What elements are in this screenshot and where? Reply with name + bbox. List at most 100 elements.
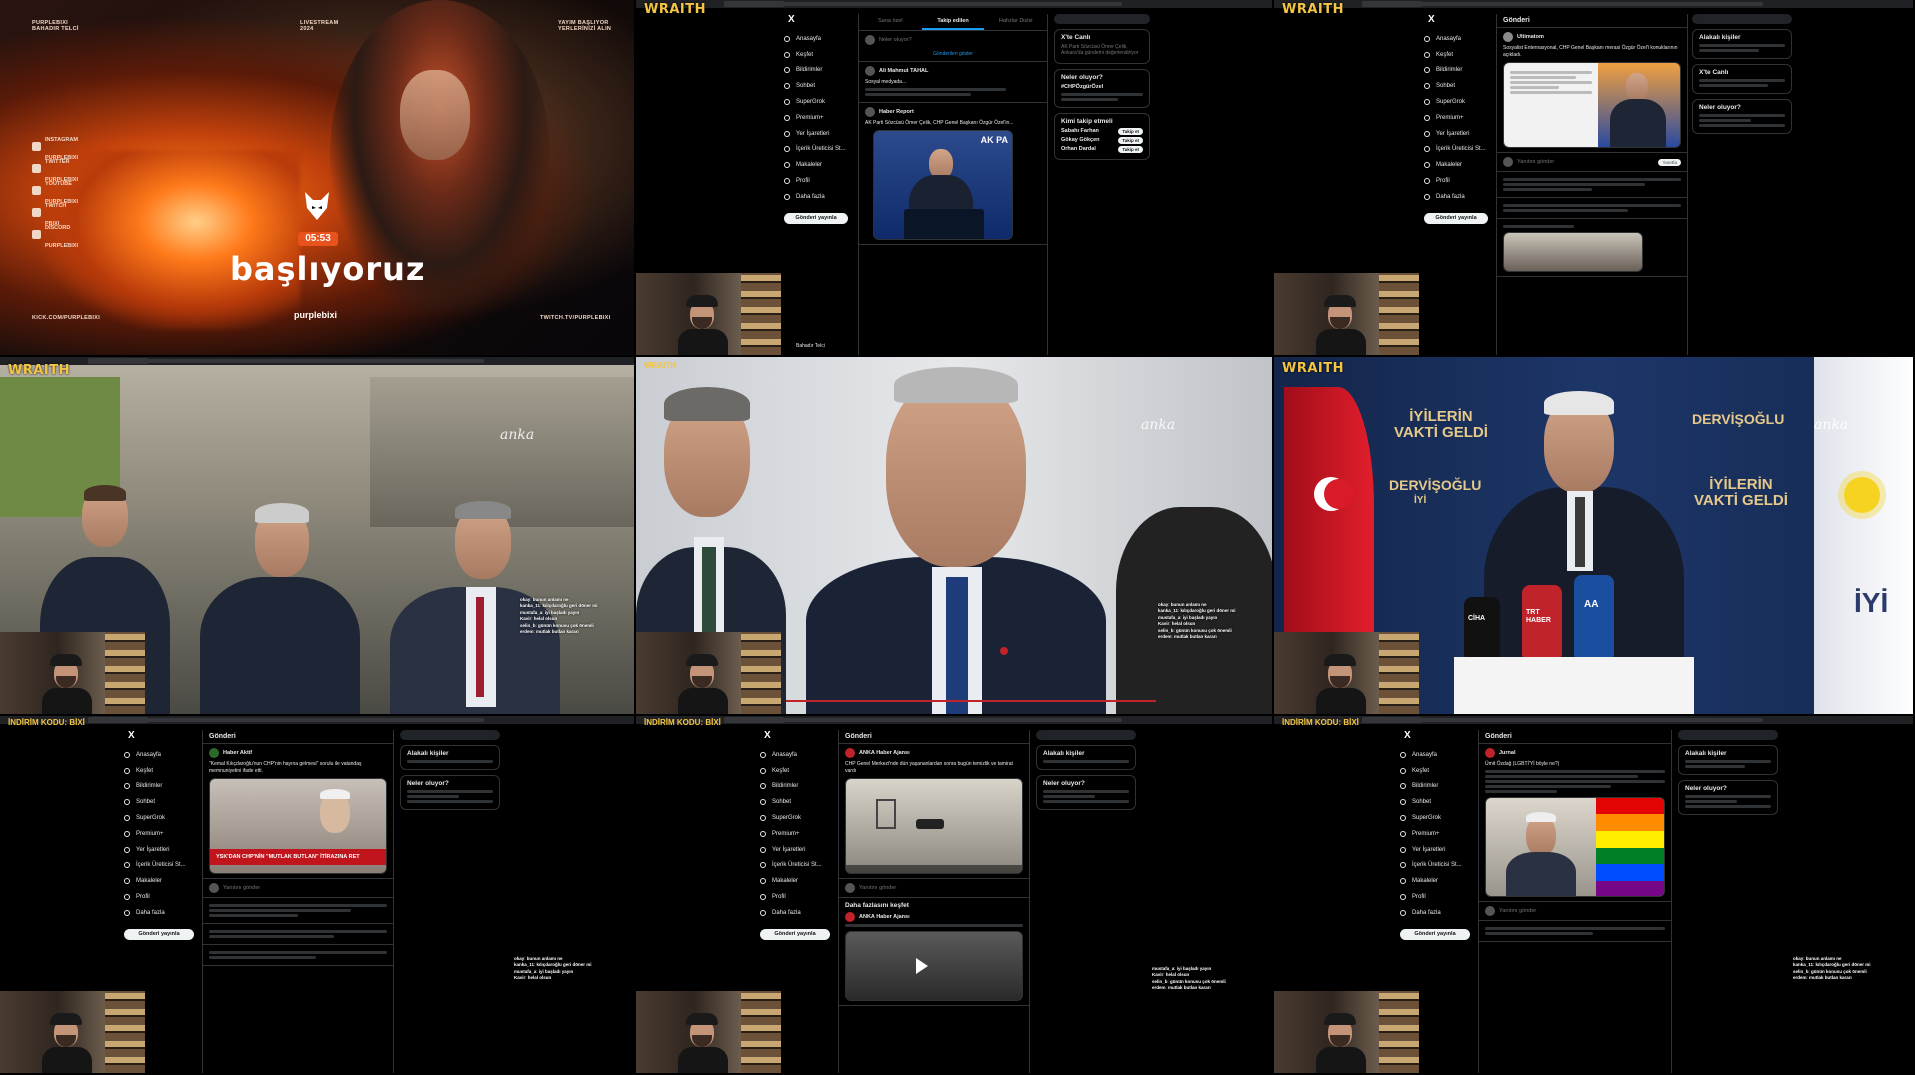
nav-more[interactable]: Daha fazla [784,189,854,205]
list-item[interactable] [203,924,393,945]
nav-explore[interactable]: Keşfet [1424,47,1494,63]
nav-supergrok[interactable]: SuperGrok [784,94,854,110]
suggestion-row[interactable]: Takip et Sabahı Farhan [1061,128,1143,135]
search-input[interactable] [1692,14,1792,24]
nav-premium[interactable]: Premium+ [1400,826,1470,842]
post-images[interactable] [1503,62,1681,148]
nav-more[interactable]: Daha fazla [1400,905,1470,921]
post-button[interactable]: Gönderi yayınla [784,212,848,224]
nav-creator-studio[interactable]: İçerik Üreticisi St... [784,142,854,158]
post-video[interactable] [845,931,1023,1001]
nav-explore[interactable]: Keşfet [124,763,194,779]
play-icon[interactable] [916,958,928,974]
nav-more[interactable]: Daha fazla [760,905,830,921]
nav-explore[interactable]: Keşfet [1400,763,1470,779]
list-item[interactable] [1497,172,1687,198]
nav-bookmarks[interactable]: Yer İşaretleri [784,126,854,142]
post-image[interactable] [1485,796,1665,897]
nav-supergrok[interactable]: SuperGrok [760,810,830,826]
search-input[interactable] [400,730,500,740]
nav-chat[interactable]: Sohbet [1424,78,1494,94]
x-logo-icon[interactable]: X [1404,730,1470,741]
nav-creator-studio[interactable]: İçerik Üreticisi St... [1400,858,1470,874]
reply-box[interactable]: Yanıtını gönder [1479,902,1671,921]
video-progress[interactable] [786,700,1156,702]
nav-notifications[interactable]: Bildirimler [784,63,854,79]
nav-creator-studio[interactable]: İçerik Üreticisi St... [760,858,830,874]
nav-more[interactable]: Daha fazla [124,905,194,921]
follow-button[interactable]: Takip et [1118,137,1143,144]
reply-box[interactable]: Yanıtını gönder [839,879,1029,898]
show-new-posts[interactable]: Gönderileri göster [865,51,1041,57]
tab-following[interactable]: Takip edilen [921,14,985,30]
post-video[interactable]: AK PA [873,130,1013,240]
search-input[interactable] [1678,730,1778,740]
nav-chat[interactable]: Sohbet [1400,794,1470,810]
nav-notifications[interactable]: Bildirimler [124,779,194,795]
nav-profile[interactable]: Profil [124,889,194,905]
account-name[interactable]: Bahadır Telci [796,343,825,349]
nav-home[interactable]: Anasayfa [1424,31,1494,47]
post-button[interactable]: Gönderi yayınla [760,928,830,940]
nav-profile[interactable]: Profil [784,173,854,189]
nav-notifications[interactable]: Bildirimler [760,779,830,795]
follow-button[interactable]: Takip et [1118,146,1143,153]
nav-notifications[interactable]: Bildirimler [1400,779,1470,795]
nav-supergrok[interactable]: SuperGrok [124,810,194,826]
reply-box[interactable]: Yanıtını gönder [203,879,393,898]
tab-list[interactable]: Hafızlar Dizisi [984,14,1047,30]
nav-chat[interactable]: Sohbet [784,78,854,94]
x-logo-icon[interactable]: X [764,730,830,741]
follow-button[interactable]: Takip et [1118,128,1143,135]
post-video[interactable] [845,778,1023,874]
nav-explore[interactable]: Keşfet [760,763,830,779]
nav-more[interactable]: Daha fazla [1424,189,1494,205]
nav-chat[interactable]: Sohbet [124,794,194,810]
search-input[interactable] [1036,730,1136,740]
nav-bookmarks[interactable]: Yer İşaretleri [1424,126,1494,142]
post-button[interactable]: Gönderi yayınla [1424,212,1488,224]
list-item[interactable]: Ali Mahmut TAHAL Sosyal medyada... [859,62,1047,103]
nav-profile[interactable]: Profil [1424,173,1494,189]
list-item[interactable] [1479,921,1671,942]
reply-button[interactable]: Yanıtla [1658,158,1681,166]
nav-articles[interactable]: Makaleler [784,157,854,173]
nav-supergrok[interactable]: SuperGrok [1400,810,1470,826]
list-item[interactable] [1497,219,1687,277]
nav-creator-studio[interactable]: İçerik Üreticisi St... [1424,142,1494,158]
nav-chat[interactable]: Sohbet [760,794,830,810]
x-logo-icon[interactable]: X [128,730,194,741]
list-item[interactable] [1497,198,1687,219]
nav-articles[interactable]: Makaleler [760,873,830,889]
post-video[interactable]: YSK'DAN CHP'NİN "MUTLAK BUTLAN" İTİRAZIN… [209,778,387,874]
x-logo-icon[interactable]: X [1428,14,1494,25]
nav-premium[interactable]: Premium+ [760,826,830,842]
nav-premium[interactable]: Premium+ [784,110,854,126]
list-item[interactable]: Haber Report AK Parti Sözcüsü Ömer Çelik… [859,103,1047,245]
nav-supergrok[interactable]: SuperGrok [1424,94,1494,110]
nav-bookmarks[interactable]: Yer İşaretleri [1400,842,1470,858]
nav-premium[interactable]: Premium+ [124,826,194,842]
suggestion-row[interactable]: Takip et Orhan Dardal [1061,146,1143,153]
nav-articles[interactable]: Makaleler [124,873,194,889]
nav-profile[interactable]: Profil [760,889,830,905]
suggestion-row[interactable]: Takip et Gökay Gökçen [1061,137,1143,144]
post-button[interactable]: Gönderi yayınla [124,928,194,940]
x-logo-icon[interactable]: X [788,14,854,25]
reply-box[interactable]: Yanıtını gönder Yanıtla [1497,153,1687,172]
nav-articles[interactable]: Makaleler [1400,873,1470,889]
nav-articles[interactable]: Makaleler [1424,157,1494,173]
nav-bookmarks[interactable]: Yer İşaretleri [124,842,194,858]
nav-profile[interactable]: Profil [1400,889,1470,905]
nav-notifications[interactable]: Bildirimler [1424,63,1494,79]
compose-box[interactable]: Neler oluyor? Gönderileri göster [859,31,1047,62]
nav-home[interactable]: Anasayfa [760,747,830,763]
nav-explore[interactable]: Keşfet [784,47,854,63]
list-item[interactable] [203,898,393,924]
list-item[interactable] [203,945,393,966]
nav-creator-studio[interactable]: İçerik Üreticisi St... [124,858,194,874]
nav-home[interactable]: Anasayfa [784,31,854,47]
nav-home[interactable]: Anasayfa [1400,747,1470,763]
tab-for-you[interactable]: Sana özel [859,14,922,30]
nav-bookmarks[interactable]: Yer İşaretleri [760,842,830,858]
